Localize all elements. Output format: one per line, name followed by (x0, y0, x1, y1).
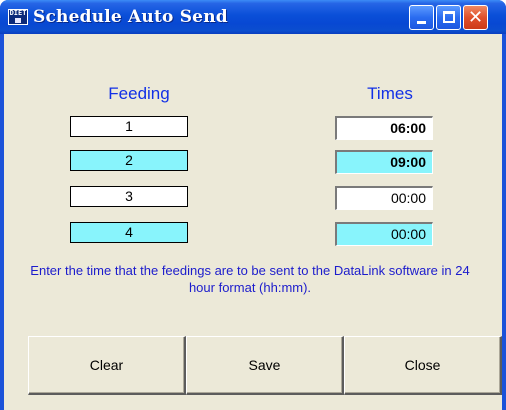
app-icon-graphic (15, 18, 21, 23)
times-header: Times (367, 84, 413, 103)
minimize-icon (417, 21, 426, 24)
time-input-2[interactable]: 09:00 (335, 150, 433, 174)
maximize-icon (443, 11, 455, 23)
app-icon: DIET (8, 9, 28, 25)
minimize-button[interactable] (409, 5, 434, 30)
window-title: Schedule Auto Send (33, 7, 228, 27)
feeding-label-2: 2 (70, 150, 188, 171)
feeding-label-4: 4 (70, 222, 188, 243)
save-button[interactable]: Save (186, 336, 344, 395)
time-input-4[interactable]: 00:00 (335, 222, 433, 246)
feeding-label-3: 3 (70, 186, 188, 207)
app-icon-label: DIET (9, 9, 27, 17)
time-input-1[interactable]: 06:00 (335, 116, 433, 140)
feeding-label-1: 1 (70, 116, 188, 137)
close-button[interactable]: Close (344, 336, 502, 395)
feeding-header: Feeding (108, 84, 170, 103)
clear-button[interactable]: Clear (28, 336, 186, 395)
close-window-button[interactable]: ✕ (463, 5, 488, 30)
schedule-auto-send-window: DIET Schedule Auto Send ✕ Feeding Times … (0, 0, 506, 410)
title-bar[interactable]: DIET Schedule Auto Send ✕ (0, 0, 506, 34)
maximize-button[interactable] (436, 5, 461, 30)
instructions-text: Enter the time that the feedings are to … (30, 263, 470, 295)
close-icon: ✕ (467, 7, 484, 28)
time-input-3[interactable]: 00:00 (335, 186, 433, 210)
